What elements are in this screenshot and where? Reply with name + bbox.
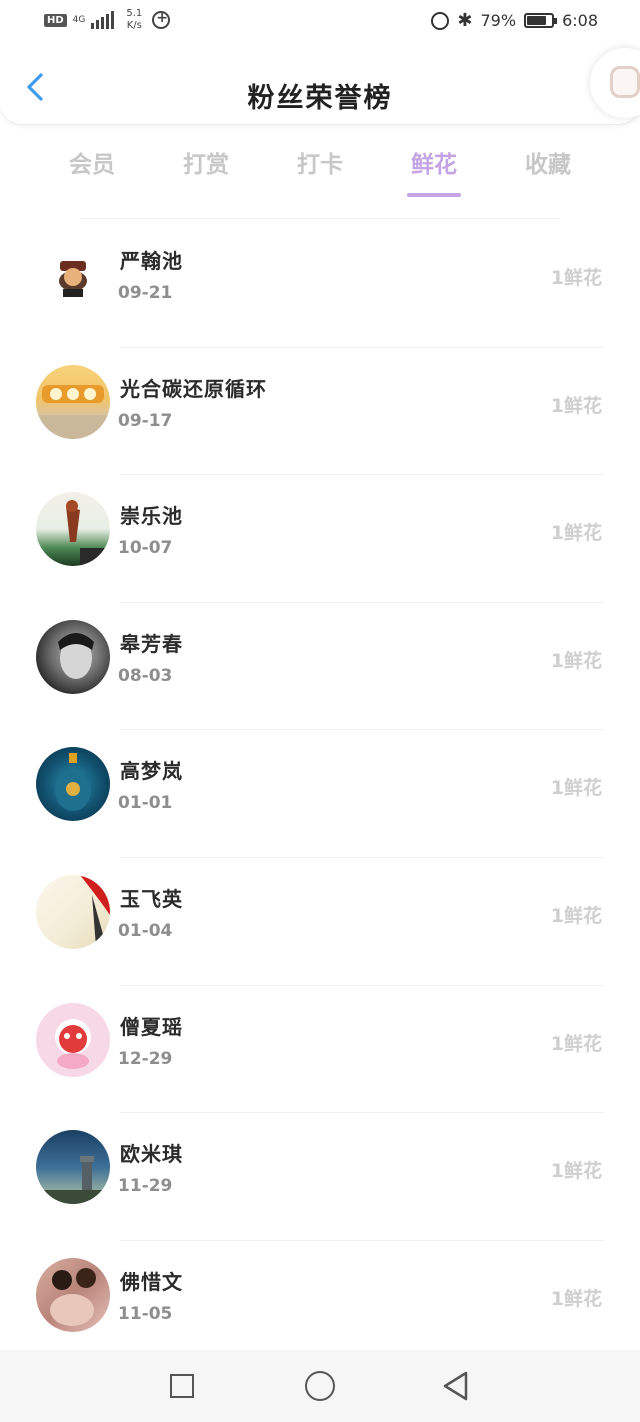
back-triangle-icon[interactable] [440, 1370, 470, 1402]
fan-name: 僧夏瑶 [120, 1014, 183, 1039]
signal-icon [91, 11, 115, 29]
list-item[interactable]: 欧米琪 11-29 1鲜花 [0, 1112, 640, 1240]
avatar[interactable] [36, 747, 110, 822]
gift-count: 1鲜花 [550, 904, 602, 927]
fan-name: 欧米琪 [120, 1142, 183, 1167]
avatar[interactable] [36, 364, 110, 439]
battery-percent: 79% [480, 11, 517, 30]
tab-flowers[interactable]: 鲜花 [377, 145, 491, 201]
recent-apps-icon[interactable] [170, 1374, 194, 1398]
network-speed: 5.1 K/s [126, 8, 142, 32]
gift-count: 1鲜花 [550, 394, 602, 417]
tab-favorites[interactable]: 收藏 [491, 145, 605, 201]
fan-name: 皋芳春 [120, 631, 183, 656]
speed-unit: K/s [126, 20, 142, 31]
page-title: 粉丝荣誉榜 [247, 83, 393, 114]
avatar[interactable] [36, 1002, 110, 1077]
gift-count: 1鲜花 [550, 1160, 602, 1183]
fan-date: 11-05 [118, 1303, 173, 1324]
gift-count: 1鲜花 [550, 649, 602, 672]
gift-count: 1鲜花 [550, 1032, 602, 1055]
fan-date: 10-07 [118, 538, 173, 559]
clock: 6:08 [562, 11, 598, 30]
gift-count: 1鲜花 [550, 522, 602, 545]
fan-date: 11-29 [118, 1176, 173, 1197]
hd-badge: HD [44, 13, 67, 27]
gift-count: 1鲜花 [550, 777, 602, 800]
system-nav-bar [0, 1350, 640, 1422]
bluetooth-icon: ✱ [457, 10, 473, 31]
list-item[interactable]: 高梦岚 01-01 1鲜花 [0, 729, 640, 857]
list-item[interactable]: 光合碳还原循环 09-17 1鲜花 [0, 346, 640, 475]
list-item[interactable]: 崇乐池 10-07 1鲜花 [0, 474, 640, 602]
fan-name: 佛惜文 [120, 1269, 183, 1294]
list-item[interactable]: 玉飞英 01-04 1鲜花 [0, 856, 640, 985]
fan-date: 09-17 [118, 410, 173, 431]
status-bar: HD 4G 5.1 K/s ✱ 79% 6:08 [0, 0, 640, 44]
fan-name: 严翰池 [120, 249, 183, 273]
avatar[interactable] [36, 1257, 110, 1332]
list-item[interactable]: 僧夏瑶 12-29 1鲜花 [0, 984, 640, 1113]
fan-list: 严翰池 09-21 1鲜花 光合碳还原循环 09-17 1鲜花 崇乐池 10-0… [0, 219, 640, 1367]
speed-value: 5.1 [126, 8, 143, 19]
fan-date: 01-01 [118, 793, 173, 814]
list-item[interactable]: 严翰池 09-21 1鲜花 [0, 219, 640, 347]
tab-checkin[interactable]: 打卡 [263, 145, 377, 201]
data-saver-icon [152, 10, 171, 29]
list-item[interactable]: 皋芳春 08-03 1鲜花 [0, 601, 640, 730]
network-type: 4G [72, 14, 86, 25]
gift-count: 1鲜花 [550, 1287, 602, 1310]
battery-icon [524, 13, 558, 28]
avatar[interactable] [36, 1130, 110, 1205]
fan-name: 高梦岚 [120, 759, 183, 784]
tab-bar: 会员 打赏 打卡 鲜花 收藏 [35, 145, 605, 201]
fan-name: 玉飞英 [120, 886, 183, 911]
fan-date: 12-29 [118, 1048, 173, 1069]
fan-name: 光合碳还原循环 [120, 376, 267, 401]
header-bar: 粉丝荣誉榜 [0, 46, 640, 125]
tab-rewards[interactable]: 打赏 [149, 145, 263, 201]
gift-count: 1鲜花 [550, 267, 602, 289]
avatar[interactable] [36, 619, 110, 694]
fan-date: 09-21 [118, 283, 173, 303]
alarm-icon [431, 11, 450, 30]
avatar[interactable] [36, 492, 110, 567]
fan-name: 崇乐池 [120, 504, 183, 529]
avatar[interactable] [36, 874, 110, 949]
list-item[interactable]: 佛惜文 11-05 1鲜花 [0, 1239, 640, 1368]
tab-members[interactable]: 会员 [35, 145, 149, 201]
fan-date: 08-03 [118, 665, 173, 686]
fan-date: 01-04 [118, 920, 173, 941]
home-icon[interactable] [305, 1371, 335, 1401]
avatar[interactable] [36, 237, 110, 311]
